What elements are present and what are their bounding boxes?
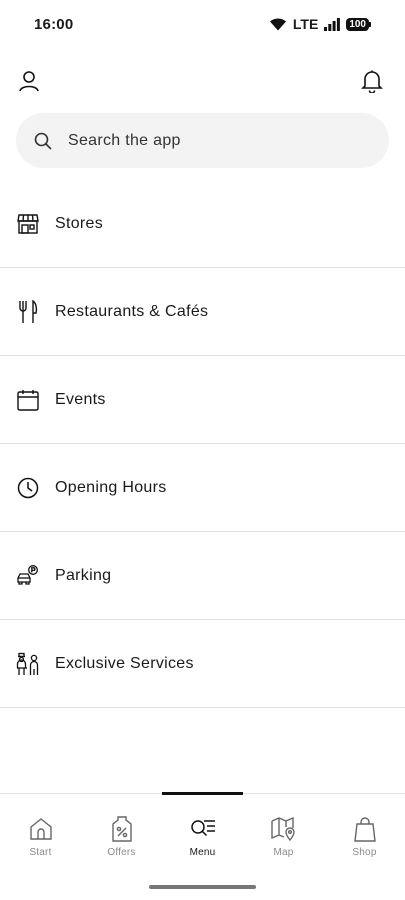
header xyxy=(0,60,405,102)
clock-icon xyxy=(16,476,40,500)
map-pin-icon xyxy=(270,816,297,842)
shopping-bag-icon xyxy=(352,816,378,842)
wifi-icon xyxy=(269,17,287,31)
tab-map[interactable]: Map xyxy=(243,794,324,865)
home-icon xyxy=(28,816,54,842)
menu-item-label: Parking xyxy=(55,566,112,584)
tab-label: Map xyxy=(273,847,294,858)
menu-search-icon xyxy=(190,816,216,842)
screen: 16:00 LTE 100 Search the app Stores Rest… xyxy=(0,0,405,900)
tab-label: Start xyxy=(29,847,52,858)
menu-item-label: Events xyxy=(55,390,106,408)
menu-item-opening-hours[interactable]: Opening Hours xyxy=(0,444,405,532)
tab-label: Menu xyxy=(189,847,216,858)
menu-item-exclusive-services[interactable]: Exclusive Services xyxy=(0,620,405,708)
tab-label: Offers xyxy=(107,847,136,858)
car-parking-icon xyxy=(16,564,40,588)
search-icon xyxy=(32,130,54,152)
person-icon[interactable] xyxy=(16,68,42,94)
percent-tag-icon xyxy=(109,816,135,842)
menu-item-stores[interactable]: Stores xyxy=(0,180,405,268)
bell-icon[interactable] xyxy=(359,68,385,94)
search-bar[interactable] xyxy=(16,113,389,168)
concierge-icon xyxy=(16,652,40,676)
fork-knife-icon xyxy=(16,299,40,324)
menu-item-label: Stores xyxy=(55,214,104,232)
battery-icon: 100 xyxy=(346,17,371,31)
network-type: LTE xyxy=(292,16,319,32)
menu-item-events[interactable]: Events xyxy=(0,356,405,444)
search-input[interactable] xyxy=(68,131,358,150)
menu-list: Stores Restaurants & Cafés Events Openin… xyxy=(0,180,405,708)
calendar-icon xyxy=(16,388,40,412)
status-indicators: LTE 100 xyxy=(269,16,371,32)
storefront-icon xyxy=(16,212,40,236)
menu-item-label: Opening Hours xyxy=(55,478,167,496)
active-tab-indicator xyxy=(162,792,243,795)
menu-item-label: Exclusive Services xyxy=(55,654,194,672)
status-time: 16:00 xyxy=(34,15,74,33)
menu-item-restaurants[interactable]: Restaurants & Cafés xyxy=(0,268,405,356)
home-indicator[interactable] xyxy=(149,885,256,889)
bottom-nav: Start Offers Menu Map Shop xyxy=(0,792,405,865)
tab-start[interactable]: Start xyxy=(0,794,81,865)
menu-item-label: Restaurants & Cafés xyxy=(55,302,209,320)
tab-offers[interactable]: Offers xyxy=(81,794,162,865)
status-bar: 16:00 LTE 100 xyxy=(0,0,405,48)
tab-menu[interactable]: Menu xyxy=(162,794,243,865)
menu-item-parking[interactable]: Parking xyxy=(0,532,405,620)
battery-level: 100 xyxy=(346,17,369,31)
tab-shop[interactable]: Shop xyxy=(324,794,405,865)
signal-icon xyxy=(324,17,341,31)
tab-label: Shop xyxy=(352,847,377,858)
